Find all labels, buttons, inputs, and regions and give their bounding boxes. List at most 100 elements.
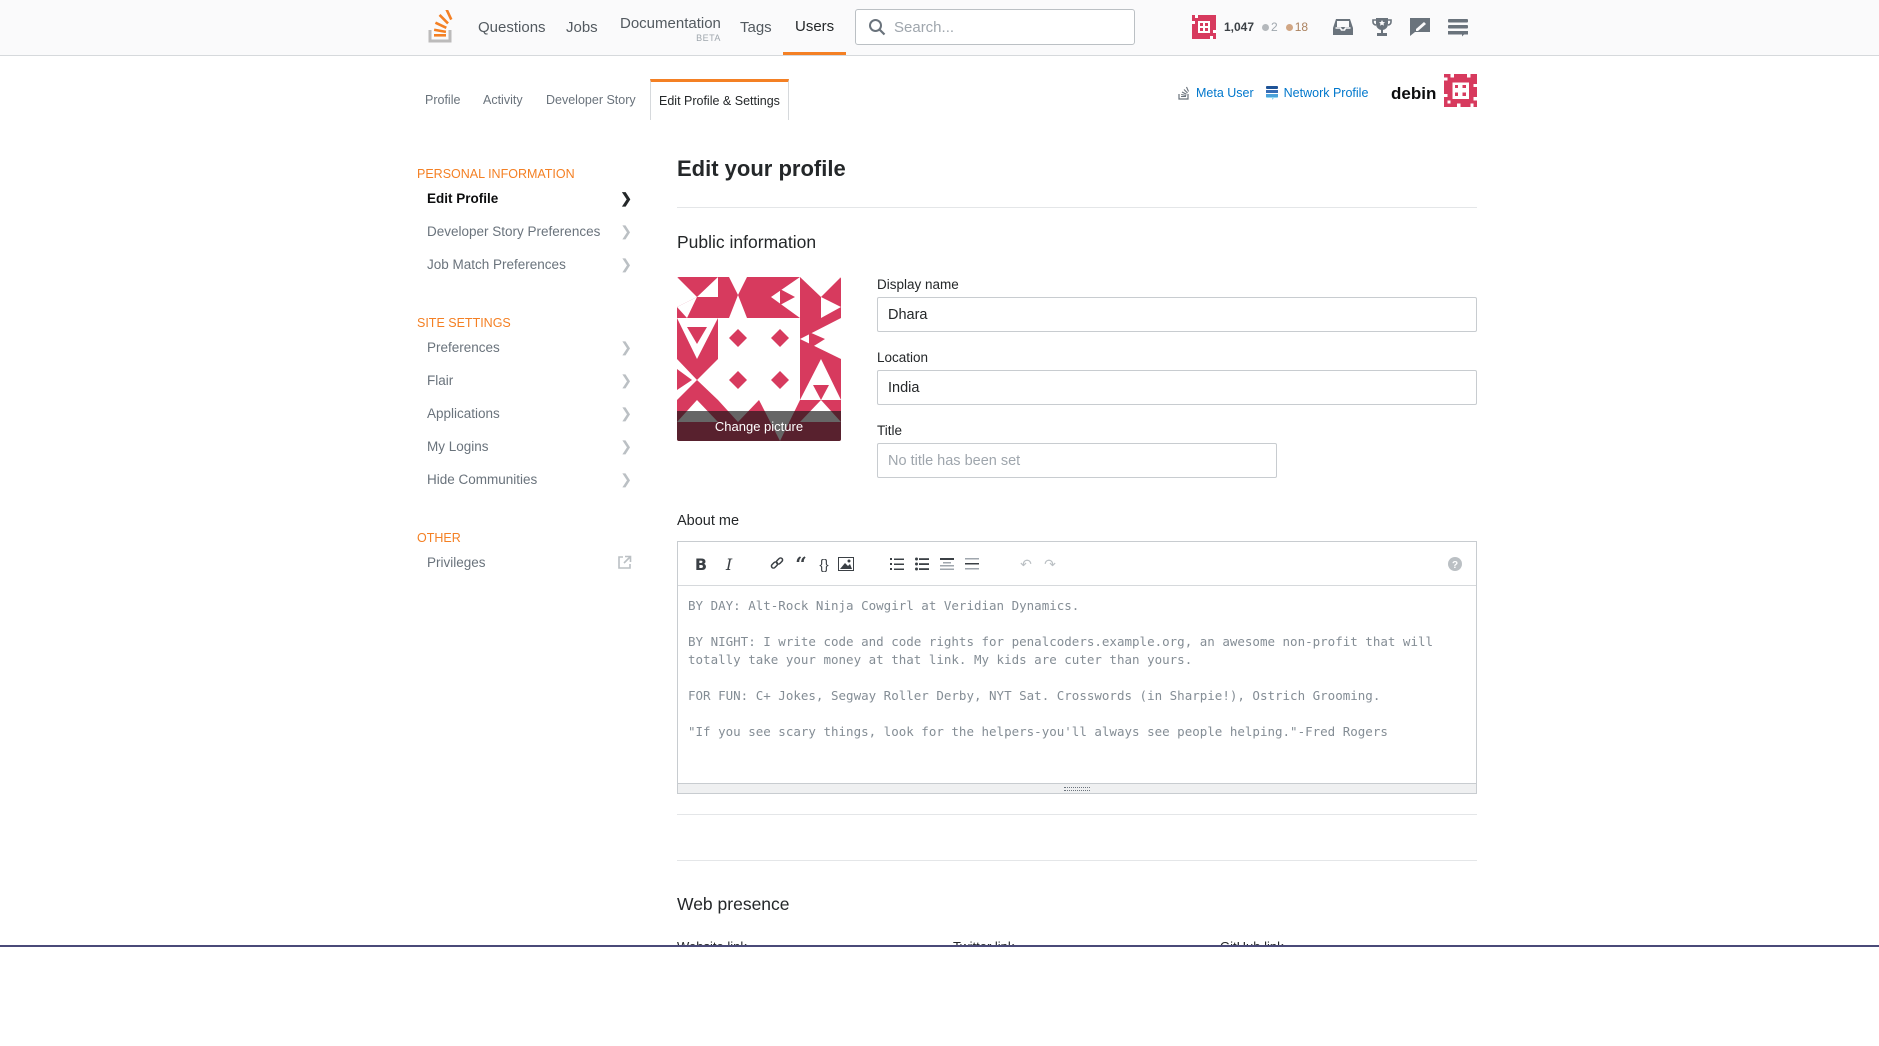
meta-user-link[interactable]: Meta User: [1178, 86, 1254, 100]
undo-icon[interactable]: ↶: [1015, 553, 1037, 575]
chevron-right-icon: ❯: [620, 189, 632, 206]
public-information-heading: Public information: [677, 232, 817, 252]
nav-label: Jobs: [566, 19, 598, 36]
sidebar-item-label: Flair: [427, 372, 454, 388]
change-picture-button[interactable]: Change picture: [677, 411, 841, 441]
nav-label: Questions: [478, 19, 546, 36]
tab-activity[interactable]: Activity: [475, 80, 531, 120]
chevron-right-icon: ❯: [620, 338, 632, 355]
display-name-input[interactable]: [877, 297, 1477, 332]
nav-questions[interactable]: Questions: [468, 0, 556, 55]
stack-overflow-logo-icon[interactable]: [428, 8, 456, 44]
top-bar: Questions Jobs Documentation BETA Tags U…: [0, 0, 1879, 56]
sidebar-item-label: Job Match Preferences: [427, 256, 566, 272]
sidebar-item-flair[interactable]: Flair ❯: [427, 367, 632, 393]
editor-toolbar: B I “ {} ↶ ↷ ?: [678, 542, 1476, 586]
chevron-right-icon: ❯: [620, 404, 632, 421]
sidebar-item-label: Applications: [427, 405, 500, 421]
stack-exchange-icon: [1265, 86, 1278, 100]
nav-users[interactable]: Users: [783, 0, 847, 55]
web-presence-heading: Web presence: [677, 894, 790, 914]
sidebar-item-job-match-preferences[interactable]: Job Match Preferences ❯: [427, 251, 632, 277]
user-chip[interactable]: 1,047 2 18: [1192, 14, 1308, 40]
tab-profile[interactable]: Profile: [417, 80, 468, 120]
chevron-right-icon: ❯: [620, 437, 632, 454]
sidebar-item-privileges[interactable]: Privileges: [427, 549, 632, 575]
profile-links: Meta User Network Profile: [1178, 86, 1380, 100]
site-switcher-icon[interactable]: [1445, 14, 1471, 40]
sidebar-item-my-logins[interactable]: My Logins ❯: [427, 433, 632, 459]
meta-logo-icon: [1178, 86, 1190, 100]
heading-icon[interactable]: [936, 553, 958, 575]
search-input[interactable]: [894, 18, 1114, 36]
silver-badge-icon: [1262, 23, 1270, 31]
sidebar-item-label: Preferences: [427, 339, 500, 355]
bronze-badge-icon: [1285, 23, 1293, 31]
ordered-list-icon[interactable]: [886, 553, 908, 575]
blank-area: [0, 947, 1879, 1046]
nav-jobs[interactable]: Jobs: [556, 0, 608, 55]
sidebar-item-applications[interactable]: Applications ❯: [427, 400, 632, 426]
sidebar-item-developer-story-preferences[interactable]: Developer Story Preferences ❯: [427, 218, 632, 244]
tab-developer-story[interactable]: Developer Story: [538, 80, 644, 120]
inbox-icon[interactable]: [1330, 14, 1356, 40]
grip-dots-icon: [1064, 786, 1090, 791]
external-link-icon: [618, 555, 632, 569]
bulleted-list-icon[interactable]: [911, 553, 933, 575]
profile-avatar-small[interactable]: [1444, 74, 1477, 107]
title-label: Title: [877, 423, 903, 438]
divider: [677, 207, 1477, 208]
location-label: Location: [877, 350, 929, 365]
location-input[interactable]: [877, 370, 1477, 405]
chevron-right-icon: ❯: [620, 255, 632, 272]
bold-icon[interactable]: B: [690, 553, 712, 575]
title-input[interactable]: [877, 443, 1277, 478]
help-icon[interactable]: ?: [1444, 553, 1466, 575]
divider: [677, 860, 1477, 861]
sidebar-item-preferences[interactable]: Preferences ❯: [427, 334, 632, 360]
achievements-icon[interactable]: [1369, 14, 1395, 40]
reputation: 1,047: [1224, 20, 1255, 34]
review-icon[interactable]: [1407, 14, 1433, 40]
nav-tags[interactable]: Tags: [730, 0, 782, 55]
silver-badge-count: 2: [1271, 20, 1278, 34]
sidebar-section-other: OTHER: [417, 531, 461, 545]
tab-edit-profile-settings[interactable]: Edit Profile & Settings: [650, 79, 789, 120]
network-profile-link[interactable]: Network Profile: [1265, 86, 1369, 100]
network-profile-label: Network Profile: [1283, 86, 1369, 100]
beta-badge: BETA: [696, 32, 721, 43]
username[interactable]: debin: [1391, 84, 1436, 104]
redo-icon[interactable]: ↷: [1039, 553, 1061, 575]
horizontal-rule-icon[interactable]: [961, 553, 983, 575]
divider: [677, 814, 1477, 815]
code-icon[interactable]: {}: [813, 553, 835, 575]
sidebar-item-label: Developer Story Preferences: [427, 223, 601, 239]
nav-documentation[interactable]: Documentation BETA: [610, 0, 731, 55]
about-me-textarea[interactable]: BY DAY: Alt-Rock Ninja Cowgirl at Veridi…: [678, 587, 1476, 783]
sidebar-item-edit-profile[interactable]: Edit Profile ❯: [427, 185, 632, 211]
nav-label: Tags: [740, 19, 772, 36]
sidebar-section-site-settings: SITE SETTINGS: [417, 316, 511, 330]
display-name-label: Display name: [877, 277, 959, 292]
about-me-label: About me: [677, 513, 740, 529]
sidebar-item-label: Edit Profile: [427, 190, 499, 206]
profile-picture[interactable]: Change picture: [677, 277, 841, 441]
chevron-right-icon: ❯: [620, 222, 632, 239]
meta-user-label: Meta User: [1196, 86, 1254, 100]
svg-text:?: ?: [1452, 560, 1458, 571]
search-icon: [869, 19, 886, 36]
chevron-right-icon: ❯: [620, 470, 632, 487]
about-me-editor: B I “ {} ↶ ↷ ? BY DAY: Alt-Rock Ninja Co…: [677, 541, 1477, 794]
italic-icon[interactable]: I: [718, 553, 740, 575]
page-title: Edit your profile: [677, 156, 846, 181]
tab-label: Profile: [425, 93, 461, 107]
sidebar-item-label: Privileges: [427, 554, 486, 570]
resize-grip[interactable]: [678, 783, 1476, 793]
search-box[interactable]: [855, 9, 1135, 45]
image-icon[interactable]: [835, 553, 857, 575]
sidebar-item-hide-communities[interactable]: Hide Communities ❯: [427, 466, 632, 492]
sidebar-item-label: Hide Communities: [427, 471, 538, 487]
sidebar-item-label: My Logins: [427, 438, 489, 454]
link-icon[interactable]: [766, 553, 788, 575]
blockquote-icon[interactable]: “: [790, 552, 812, 576]
